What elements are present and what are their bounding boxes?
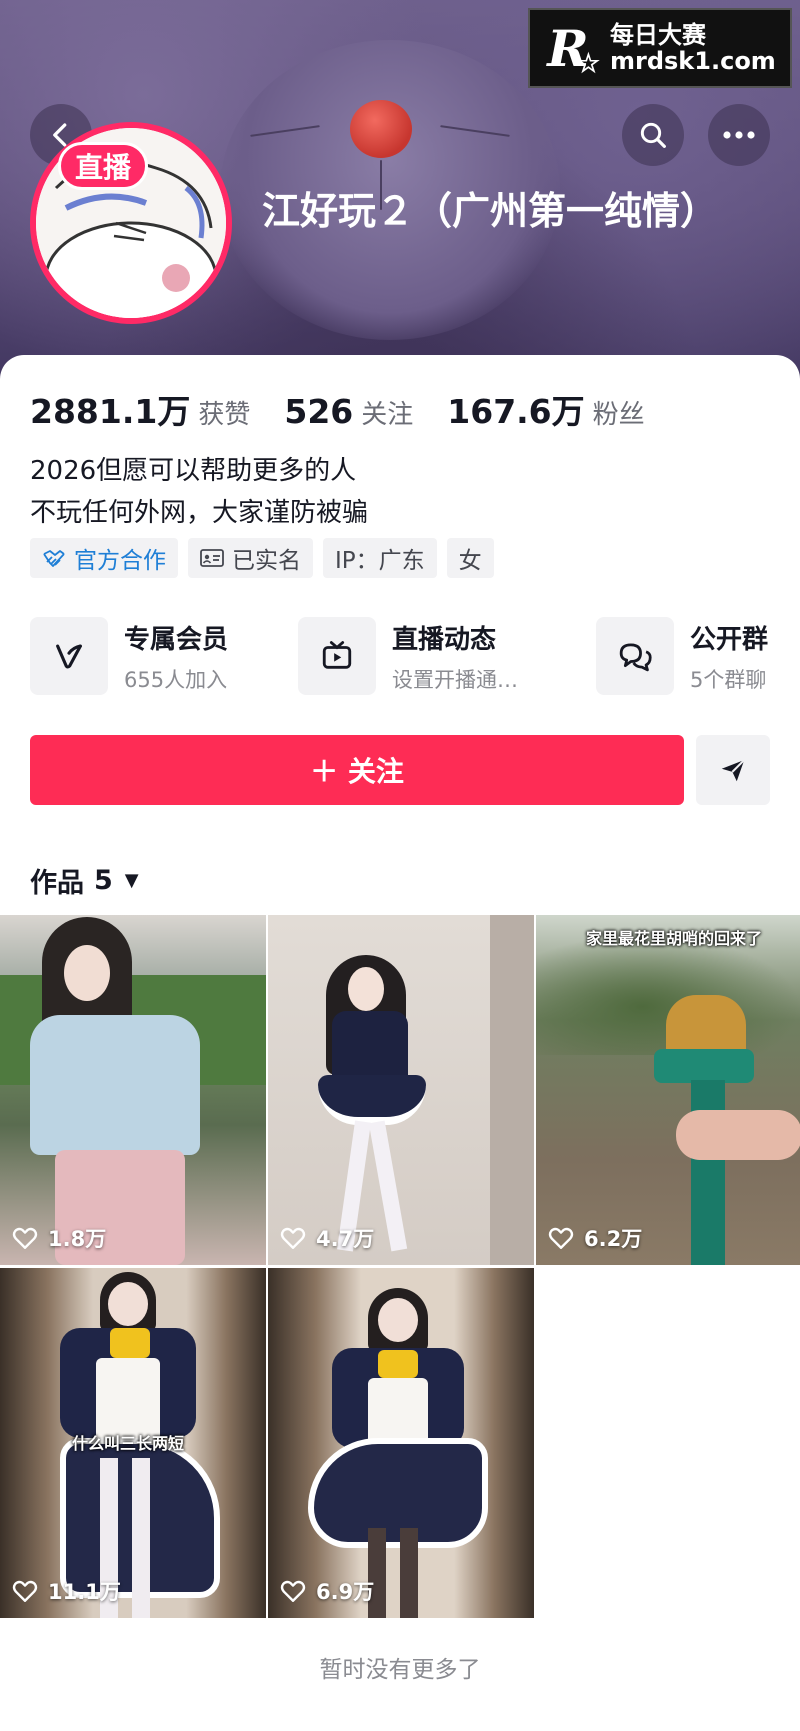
tag-official-partner[interactable]: 官方合作 bbox=[30, 538, 178, 578]
torch-flame bbox=[666, 995, 746, 1055]
works-label: 作品 bbox=[30, 868, 84, 899]
girl-face bbox=[348, 967, 384, 1011]
video-thumbnail[interactable]: 6.9万 bbox=[268, 1268, 534, 1618]
search-button[interactable] bbox=[622, 104, 684, 166]
live-schedule-subtitle: 设置开播通… bbox=[392, 667, 518, 692]
public-group-subtitle: 5个群聊 bbox=[690, 667, 767, 692]
public-group-title: 公开群 bbox=[690, 624, 769, 655]
bio-line: 2026但愿可以帮助更多的人 bbox=[30, 456, 357, 486]
watermark-url: mrdsk1.com bbox=[610, 47, 776, 75]
tv-icon bbox=[322, 641, 352, 669]
heart-outline-icon bbox=[12, 1227, 38, 1249]
heart-outline-icon bbox=[548, 1227, 574, 1249]
banner-cat-nose bbox=[350, 100, 412, 158]
public-group-entry[interactable]: 公开群 5个群聊 bbox=[596, 617, 768, 695]
feature-entries: 专属会员 655人加入 直播动态 设置开播通… 公开群 5个群聊 bbox=[30, 617, 800, 695]
video-caption: 什么叫三长两短 bbox=[72, 1434, 185, 1453]
leg bbox=[132, 1458, 150, 1618]
tag-verified[interactable]: 已实名 bbox=[188, 538, 313, 578]
v-icon bbox=[56, 644, 82, 669]
video-likes: 11.1万 bbox=[12, 1576, 121, 1606]
heart-outline-icon bbox=[12, 1580, 38, 1602]
followers-count[interactable]: 167.6万 bbox=[447, 385, 584, 433]
chat-bubbles-icon bbox=[619, 643, 652, 672]
followers-label[interactable]: 粉丝 bbox=[593, 394, 645, 431]
maid-skirt bbox=[308, 1438, 488, 1548]
video-likes: 1.8万 bbox=[12, 1223, 106, 1253]
bio-line: 不玩任何外网，大家谨防被骗 bbox=[30, 498, 369, 528]
tag-ip-location: IP：广东 bbox=[323, 538, 437, 578]
live-schedule-title: 直播动态 bbox=[392, 624, 497, 655]
heart-outline-icon bbox=[280, 1580, 306, 1602]
caret-down-icon: ▼ bbox=[124, 870, 139, 891]
handshake-icon bbox=[43, 550, 65, 567]
live-schedule-entry[interactable]: 直播动态 设置开播通… bbox=[298, 617, 518, 695]
watermark-title: 每日大赛 bbox=[610, 20, 706, 49]
profile-sheet: 2881.1万 获赞 526 关注 167.6万 粉丝 2026但愿可以帮助更多… bbox=[0, 355, 800, 1731]
video-thumbnail[interactable]: 1.8万 bbox=[0, 915, 266, 1265]
more-dots-icon bbox=[723, 131, 755, 139]
membership-title: 专属会员 bbox=[124, 624, 229, 655]
video-thumbnail[interactable]: 什么叫三长两短 11.1万 bbox=[0, 1268, 266, 1618]
heart-outline-icon bbox=[280, 1227, 306, 1249]
profile-stats: 2881.1万 获赞 526 关注 167.6万 粉丝 bbox=[30, 385, 679, 433]
no-more-content-text: 暂时没有更多了 bbox=[319, 1657, 481, 1683]
search-icon bbox=[640, 122, 666, 148]
video-thumbnail[interactable]: 家里最花里胡哨的回来了 6.2万 bbox=[536, 915, 800, 1265]
works-count: 5 bbox=[94, 865, 113, 896]
video-caption: 家里最花里胡哨的回来了 bbox=[586, 929, 763, 948]
send-arrow-icon bbox=[721, 759, 745, 782]
likes-label: 获赞 bbox=[198, 400, 251, 430]
door-frame bbox=[490, 915, 534, 1265]
torch-handle bbox=[691, 1080, 725, 1265]
girl-face bbox=[378, 1298, 418, 1342]
site-watermark: R ☆ 每日大赛 mrdsk1.com bbox=[528, 8, 792, 88]
video-likes: 6.2万 bbox=[548, 1223, 642, 1253]
id-card-icon bbox=[200, 549, 224, 567]
video-likes: 4.7万 bbox=[280, 1223, 374, 1253]
maid-skirt bbox=[318, 1075, 426, 1125]
torch-cup bbox=[654, 1049, 754, 1083]
likes-count: 2881.1万 bbox=[30, 392, 191, 431]
street-background bbox=[0, 915, 266, 975]
profile-nickname: 江好玩２（广州第一纯情） bbox=[262, 189, 719, 233]
yellow-bow bbox=[110, 1328, 150, 1358]
leg bbox=[368, 1120, 408, 1252]
following-label[interactable]: 关注 bbox=[361, 394, 413, 431]
yellow-bow bbox=[378, 1350, 418, 1378]
membership-subtitle: 655人加入 bbox=[124, 667, 228, 692]
membership-entry[interactable]: 专属会员 655人加入 bbox=[30, 617, 228, 695]
leg bbox=[400, 1528, 418, 1618]
video-likes: 6.9万 bbox=[280, 1576, 374, 1606]
tab-works[interactable]: 作品 5 ▼ bbox=[30, 861, 139, 900]
profile-tags: 官方合作 已实名 IP：广东 女 bbox=[30, 538, 494, 578]
watermark-logo: R ☆ bbox=[547, 18, 600, 80]
more-options-button[interactable] bbox=[708, 104, 770, 166]
following-count[interactable]: 526 bbox=[284, 392, 353, 431]
girl-face bbox=[64, 945, 110, 1001]
follow-button[interactable]: ＋ 关注 bbox=[30, 735, 684, 805]
profile-bio: 2026但愿可以帮助更多的人 不玩任何外网，大家谨防被骗 bbox=[30, 450, 368, 534]
live-badge[interactable]: 直播 bbox=[58, 142, 148, 190]
hand bbox=[676, 1110, 800, 1160]
share-button[interactable] bbox=[696, 735, 770, 805]
blue-cardigan bbox=[30, 1015, 200, 1155]
video-thumbnail[interactable]: 4.7万 bbox=[268, 915, 534, 1265]
tag-gender: 女 bbox=[446, 538, 494, 578]
girl-face bbox=[108, 1282, 148, 1326]
